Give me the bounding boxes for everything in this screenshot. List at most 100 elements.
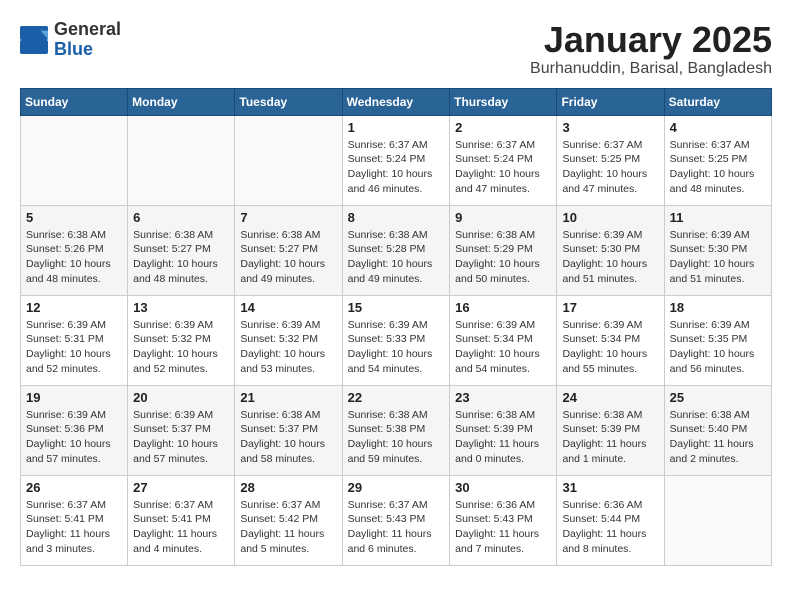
day-info: Sunrise: 6:39 AMSunset: 5:33 PMDaylight:…	[348, 318, 445, 377]
day-cell-9: 9 Sunrise: 6:38 AMSunset: 5:29 PMDaylight…	[450, 205, 557, 295]
day-info: Sunrise: 6:39 AMSunset: 5:30 PMDaylight:…	[562, 228, 658, 287]
day-cell-3: 3 Sunrise: 6:37 AMSunset: 5:25 PMDaylight…	[557, 115, 664, 205]
day-cell-31: 31 Sunrise: 6:36 AMSunset: 5:44 PMDayligh…	[557, 475, 664, 565]
day-info: Sunrise: 6:36 AMSunset: 5:44 PMDaylight:…	[562, 498, 658, 557]
day-number: 16	[455, 300, 551, 315]
weekday-header-wednesday: Wednesday	[342, 88, 450, 115]
day-info: Sunrise: 6:38 AMSunset: 5:29 PMDaylight:…	[455, 228, 551, 287]
day-cell-21: 21 Sunrise: 6:38 AMSunset: 5:37 PMDayligh…	[235, 385, 342, 475]
day-cell-16: 16 Sunrise: 6:39 AMSunset: 5:34 PMDayligh…	[450, 295, 557, 385]
day-number: 23	[455, 390, 551, 405]
day-info: Sunrise: 6:39 AMSunset: 5:31 PMDaylight:…	[26, 318, 122, 377]
day-cell-25: 25 Sunrise: 6:38 AMSunset: 5:40 PMDayligh…	[664, 385, 771, 475]
day-cell-10: 10 Sunrise: 6:39 AMSunset: 5:30 PMDayligh…	[557, 205, 664, 295]
day-info: Sunrise: 6:38 AMSunset: 5:27 PMDaylight:…	[133, 228, 229, 287]
day-number: 19	[26, 390, 122, 405]
weekday-header-saturday: Saturday	[664, 88, 771, 115]
week-row-3: 12Sunrise: 6:39 AMSunset: 5:31 PMDayligh…	[21, 295, 772, 385]
day-number: 25	[670, 390, 766, 405]
day-cell-7: 7Sunrise: 6:38 AMSunset: 5:27 PMDaylight…	[235, 205, 342, 295]
day-number: 10	[562, 210, 658, 225]
day-info: Sunrise: 6:38 AMSunset: 5:38 PMDaylight:…	[348, 408, 445, 467]
day-cell-23: 23 Sunrise: 6:38 AMSunset: 5:39 PMDayligh…	[450, 385, 557, 475]
day-info: Sunrise: 6:39 AMSunset: 5:34 PMDaylight:…	[562, 318, 658, 377]
day-number: 30	[455, 480, 551, 495]
day-number: 8	[348, 210, 445, 225]
title-section: January 2025 Burhanuddin, Barisal, Bangl…	[530, 20, 772, 78]
day-info: Sunrise: 6:38 AMSunset: 5:37 PMDaylight:…	[240, 408, 336, 467]
day-cell-2: 2 Sunrise: 6:37 AMSunset: 5:24 PMDaylight…	[450, 115, 557, 205]
day-number: 20	[133, 390, 229, 405]
day-number: 15	[348, 300, 445, 315]
day-cell-11: 11Sunrise: 6:39 AMSunset: 5:30 PMDayligh…	[664, 205, 771, 295]
day-info: Sunrise: 6:39 AMSunset: 5:32 PMDaylight:…	[133, 318, 229, 377]
day-info: Sunrise: 6:37 AMSunset: 5:24 PMDaylight:…	[348, 138, 445, 197]
day-info: Sunrise: 6:37 AMSunset: 5:43 PMDaylight:…	[348, 498, 445, 557]
day-info: Sunrise: 6:38 AMSunset: 5:28 PMDaylight:…	[348, 228, 445, 287]
day-number: 9	[455, 210, 551, 225]
day-info: Sunrise: 6:37 AMSunset: 5:42 PMDaylight:…	[240, 498, 336, 557]
day-number: 27	[133, 480, 229, 495]
day-info: Sunrise: 6:37 AMSunset: 5:24 PMDaylight:…	[455, 138, 551, 197]
weekday-header-row: SundayMondayTuesdayWednesdayThursdayFrid…	[21, 88, 772, 115]
day-cell-13: 13 Sunrise: 6:39 AMSunset: 5:32 PMDayligh…	[128, 295, 235, 385]
day-cell-20: 20 Sunrise: 6:39 AMSunset: 5:37 PMDayligh…	[128, 385, 235, 475]
logo-text: General Blue	[54, 20, 121, 60]
logo: General Blue	[20, 20, 121, 60]
logo-icon	[20, 26, 48, 54]
day-info: Sunrise: 6:38 AMSunset: 5:39 PMDaylight:…	[562, 408, 658, 467]
day-info: Sunrise: 6:38 AMSunset: 5:40 PMDaylight:…	[670, 408, 766, 467]
day-number: 6	[133, 210, 229, 225]
day-cell-12: 12Sunrise: 6:39 AMSunset: 5:31 PMDayligh…	[21, 295, 128, 385]
day-cell-27: 27 Sunrise: 6:37 AMSunset: 5:41 PMDayligh…	[128, 475, 235, 565]
day-number: 21	[240, 390, 336, 405]
day-cell-14: 14 Sunrise: 6:39 AMSunset: 5:32 PMDayligh…	[235, 295, 342, 385]
day-info: Sunrise: 6:36 AMSunset: 5:43 PMDaylight:…	[455, 498, 551, 557]
weekday-header-friday: Friday	[557, 88, 664, 115]
day-number: 18	[670, 300, 766, 315]
day-info: Sunrise: 6:39 AMSunset: 5:34 PMDaylight:…	[455, 318, 551, 377]
day-info: Sunrise: 6:39 AMSunset: 5:36 PMDaylight:…	[26, 408, 122, 467]
day-cell-26: 26 Sunrise: 6:37 AMSunset: 5:41 PMDayligh…	[21, 475, 128, 565]
location-subtitle: Burhanuddin, Barisal, Bangladesh	[530, 60, 772, 78]
week-row-4: 19 Sunrise: 6:39 AMSunset: 5:36 PMDayligh…	[21, 385, 772, 475]
day-number: 13	[133, 300, 229, 315]
day-number: 4	[670, 120, 766, 135]
empty-cell	[128, 115, 235, 205]
day-info: Sunrise: 6:37 AMSunset: 5:25 PMDaylight:…	[562, 138, 658, 197]
day-number: 17	[562, 300, 658, 315]
day-info: Sunrise: 6:38 AMSunset: 5:27 PMDaylight:…	[240, 228, 336, 287]
day-number: 29	[348, 480, 445, 495]
day-cell-28: 28 Sunrise: 6:37 AMSunset: 5:42 PMDayligh…	[235, 475, 342, 565]
day-cell-24: 24 Sunrise: 6:38 AMSunset: 5:39 PMDayligh…	[557, 385, 664, 475]
logo-blue: Blue	[54, 39, 93, 59]
day-number: 14	[240, 300, 336, 315]
day-cell-19: 19 Sunrise: 6:39 AMSunset: 5:36 PMDayligh…	[21, 385, 128, 475]
day-info: Sunrise: 6:39 AMSunset: 5:32 PMDaylight:…	[240, 318, 336, 377]
day-number: 28	[240, 480, 336, 495]
day-cell-17: 17 Sunrise: 6:39 AMSunset: 5:34 PMDayligh…	[557, 295, 664, 385]
day-number: 26	[26, 480, 122, 495]
day-info: Sunrise: 6:38 AMSunset: 5:26 PMDaylight:…	[26, 228, 122, 287]
empty-cell	[235, 115, 342, 205]
day-info: Sunrise: 6:37 AMSunset: 5:41 PMDaylight:…	[26, 498, 122, 557]
day-info: Sunrise: 6:37 AMSunset: 5:41 PMDaylight:…	[133, 498, 229, 557]
day-info: Sunrise: 6:39 AMSunset: 5:37 PMDaylight:…	[133, 408, 229, 467]
day-number: 1	[348, 120, 445, 135]
day-number: 2	[455, 120, 551, 135]
weekday-header-tuesday: Tuesday	[235, 88, 342, 115]
calendar-table: SundayMondayTuesdayWednesdayThursdayFrid…	[20, 88, 772, 566]
weekday-header-thursday: Thursday	[450, 88, 557, 115]
week-row-1: 1 Sunrise: 6:37 AMSunset: 5:24 PMDaylight…	[21, 115, 772, 205]
day-number: 3	[562, 120, 658, 135]
day-number: 24	[562, 390, 658, 405]
day-info: Sunrise: 6:39 AMSunset: 5:30 PMDaylight:…	[670, 228, 766, 287]
weekday-header-monday: Monday	[128, 88, 235, 115]
day-number: 31	[562, 480, 658, 495]
logo-general: General	[54, 19, 121, 39]
week-row-2: 5 Sunrise: 6:38 AMSunset: 5:26 PMDaylight…	[21, 205, 772, 295]
day-info: Sunrise: 6:38 AMSunset: 5:39 PMDaylight:…	[455, 408, 551, 467]
day-cell-8: 8 Sunrise: 6:38 AMSunset: 5:28 PMDaylight…	[342, 205, 450, 295]
day-number: 5	[26, 210, 122, 225]
day-cell-1: 1 Sunrise: 6:37 AMSunset: 5:24 PMDaylight…	[342, 115, 450, 205]
